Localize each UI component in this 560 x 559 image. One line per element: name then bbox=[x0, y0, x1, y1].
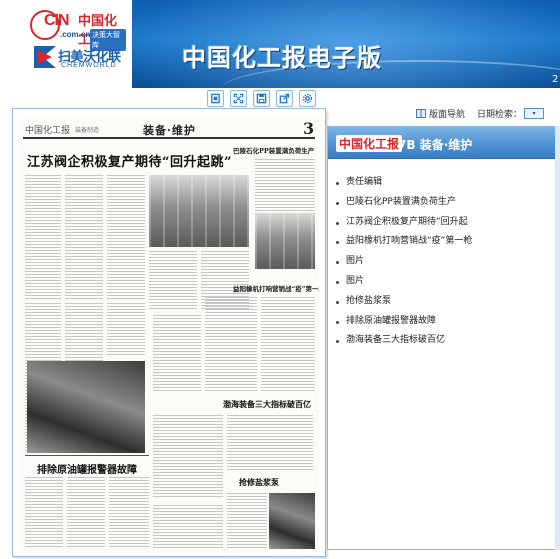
headline-baling-pp[interactable]: 巴陵石化PP装置满负荷生产 bbox=[233, 145, 314, 155]
headline-valve-companies[interactable]: 江苏阀企积极复产期待“回升起跳” bbox=[27, 151, 232, 170]
article-text-block[interactable] bbox=[153, 505, 223, 549]
date-select-dropdown[interactable]: ▾ bbox=[524, 107, 545, 119]
cin-logo-domain: .com.cn bbox=[60, 30, 91, 39]
article-text-block[interactable] bbox=[205, 297, 257, 393]
page-number: 3 bbox=[303, 119, 315, 138]
article-link-oil-tank-alarm[interactable]: 排除原油罐报警器故障 bbox=[334, 312, 554, 332]
layout-icon bbox=[416, 108, 426, 118]
masthead-logo: 中国化工报 bbox=[25, 126, 71, 136]
panel-page-code: 7B bbox=[398, 138, 416, 152]
article-link-baling-pp[interactable]: 巴陵石化PP装置满负荷生产 bbox=[334, 193, 554, 213]
article-text-block[interactable] bbox=[153, 415, 223, 499]
panel-header: 中国化工报 7B 装备·维护 bbox=[328, 127, 559, 159]
article-text-block[interactable] bbox=[67, 477, 105, 549]
article-text-block[interactable] bbox=[65, 175, 103, 299]
gear-icon bbox=[302, 93, 313, 104]
newspaper-viewer[interactable]: 中国化工报 装备制造 装备·维护 3 江苏阀企积极复产期待“回升起跳” 巴陵石化… bbox=[12, 108, 326, 557]
page-icon bbox=[211, 93, 220, 104]
panel-section: 装备·维护 bbox=[419, 138, 473, 152]
article-link-picture-1[interactable]: 图片 bbox=[334, 252, 554, 272]
article-text-block[interactable] bbox=[227, 493, 267, 549]
article-link-editor[interactable]: 责任编辑 bbox=[334, 173, 554, 193]
page-section-title: 装备·维护 bbox=[143, 124, 196, 137]
fullscreen-button[interactable] bbox=[230, 90, 247, 107]
expand-icon bbox=[233, 93, 244, 104]
header-date: 2 bbox=[552, 74, 559, 85]
equipment-photo[interactable] bbox=[255, 213, 315, 269]
site-title: 中国化工报电子版 bbox=[182, 44, 382, 72]
masthead-column: 装备制造 bbox=[75, 127, 100, 134]
article-link-bohai-equipment[interactable]: 渤海装备三大指标破百亿 bbox=[334, 331, 554, 351]
article-list-panel: 中国化工报 7B 装备·维护 责任编辑 巴陵石化PP装置满负荷生产 江苏阀企积极… bbox=[327, 126, 560, 550]
headline-oil-tank-alarm[interactable]: 排除原油罐报警器故障 bbox=[37, 461, 137, 476]
save-button[interactable] bbox=[253, 90, 270, 107]
date-search-label: 日期检索： bbox=[477, 109, 523, 120]
article-text-block[interactable] bbox=[109, 477, 149, 549]
newspaper-masthead: 中国化工报 装备制造 装备·维护 3 bbox=[23, 119, 315, 139]
article-link-valve-companies[interactable]: 江苏阀企积极复产期待“回升起 bbox=[334, 213, 554, 233]
cin-logo[interactable]: CIN 中国化工报 .com.cn 决策大智库 bbox=[30, 8, 126, 51]
article-link-yiyang-rubber[interactable]: 益阳橡机打响营销战“疫”第一枪 bbox=[334, 232, 554, 252]
article-text-block[interactable] bbox=[261, 297, 315, 393]
article-text-block[interactable] bbox=[255, 159, 315, 211]
worker-photo[interactable] bbox=[27, 361, 145, 453]
share-button[interactable] bbox=[276, 90, 293, 107]
repair-photo[interactable] bbox=[269, 493, 315, 549]
page-view-button[interactable] bbox=[207, 90, 224, 107]
panel-logo: 中国化工报 bbox=[336, 135, 403, 152]
article-text-block[interactable] bbox=[107, 175, 145, 299]
page-navigation-bar: 版面导航 日期检索： ▾ bbox=[416, 106, 560, 120]
panel-scrollbar[interactable] bbox=[555, 126, 560, 550]
article-text-block[interactable] bbox=[153, 315, 201, 393]
article-link-salt-pump[interactable]: 抢修盐浆泵 bbox=[334, 292, 554, 312]
headline-yiyang-rubber[interactable]: 益阳橡机打响营销战“疫”第一枪 bbox=[233, 283, 319, 293]
article-text-block[interactable] bbox=[227, 415, 313, 471]
save-icon bbox=[256, 93, 267, 104]
article-divider bbox=[25, 455, 149, 456]
panel-title: 7B 装备·维护 bbox=[398, 136, 472, 153]
settings-button[interactable] bbox=[299, 90, 316, 107]
headline-salt-pump[interactable]: 抢修盐浆泵 bbox=[239, 477, 279, 488]
newspaper-page[interactable]: 中国化工报 装备制造 装备·维护 3 江苏阀企积极复产期待“回升起跳” 巴陵石化… bbox=[19, 115, 319, 551]
headline-bohai-equipment[interactable]: 渤海装备三大指标破百亿 bbox=[223, 399, 311, 410]
chemworld-logo[interactable]: 扫美沃化联 CHEMWORLD bbox=[34, 44, 128, 72]
layout-nav-link[interactable]: 版面导航 bbox=[429, 107, 465, 120]
article-text-block[interactable] bbox=[25, 477, 63, 549]
article-text-block[interactable] bbox=[149, 251, 197, 311]
article-text-block[interactable] bbox=[25, 175, 61, 299]
article-text-block[interactable] bbox=[107, 303, 145, 357]
share-icon bbox=[279, 93, 290, 104]
cin-logo-text: CIN bbox=[44, 12, 70, 29]
logo-area: CIN 中国化工报 .com.cn 决策大智库 扫美沃化联 CHEMWORLD bbox=[0, 0, 132, 88]
page-toolbar bbox=[203, 90, 323, 109]
article-link-picture-2[interactable]: 图片 bbox=[334, 272, 554, 292]
site-header: CIN 中国化工报 .com.cn 决策大智库 扫美沃化联 CHEMWORLD … bbox=[0, 0, 560, 88]
factory-photo[interactable] bbox=[149, 175, 249, 247]
article-list: 责任编辑 巴陵石化PP装置满负荷生产 江苏阀企积极复产期待“回升起 益阳橡机打响… bbox=[334, 173, 554, 351]
chemworld-logo-en: CHEMWORLD bbox=[61, 62, 117, 69]
